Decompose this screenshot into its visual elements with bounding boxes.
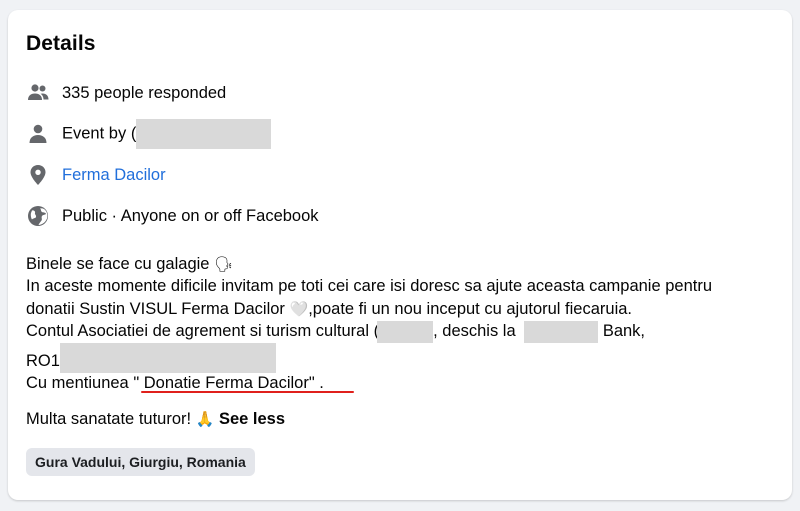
responded-text: 335 people responded	[62, 83, 227, 102]
description-line-5: RO1	[26, 342, 276, 373]
description-line-4-c: Bank,	[602, 322, 646, 340]
redacted-iban	[59, 342, 276, 373]
location-row[interactable]: Ferma Dacilor	[26, 162, 166, 188]
location-link[interactable]: Ferma Dacilor	[62, 166, 166, 185]
event-by-row: Event by (	[26, 119, 272, 149]
description-line-3: donatii Sustin VISUL Ferma Dacilor 🤍,poa…	[26, 298, 632, 320]
details-title: Details	[26, 32, 96, 55]
description-line-3-b: ,poate fi un nou inceput cu ajutorul fie…	[308, 300, 632, 318]
globe-icon	[26, 204, 50, 228]
description-line-7-text: Multa sanatate tuturor!	[26, 410, 192, 428]
donation-mention-quote: " Donatie Ferma Dacilor" .	[133, 374, 324, 392]
privacy-text: Public · Anyone on or off Facebook	[62, 206, 319, 225]
redacted-bank-name	[524, 320, 599, 343]
description-line-1: Binele se face cu galagie 🗣	[26, 253, 233, 275]
description-line-1-text: Binele se face cu galagie	[26, 255, 210, 273]
description-line-4-a: Contul Asociatiei de agrement si turism …	[26, 322, 369, 340]
speaking-head-emoji: 🗣	[214, 255, 234, 273]
redacted-association-name	[377, 320, 434, 343]
folded-hands-emoji: 🙏	[195, 410, 215, 428]
description-line-7: Multa sanatate tuturor! 🙏 See less	[26, 408, 285, 430]
description-line-6-a: Cu mentiunea	[26, 374, 129, 392]
description-line-2: In aceste momente dificile invitam pe to…	[26, 277, 713, 295]
redacted-host-name	[136, 119, 272, 149]
see-less-button[interactable]: See less	[219, 410, 285, 428]
description-line-4: Contul Asociatiei de agrement si turism …	[26, 320, 645, 343]
white-heart-emoji: 🤍	[289, 300, 309, 318]
responded-row[interactable]: 335 people responded	[26, 80, 226, 106]
person-icon	[26, 122, 50, 146]
privacy-row: Public · Anyone on or off Facebook	[26, 203, 319, 229]
people-icon	[26, 81, 50, 105]
iban-prefix: RO1	[26, 352, 60, 370]
red-underline-annotation	[141, 391, 354, 393]
description-line-4-b: , deschis la	[433, 322, 516, 340]
location-pin-icon	[26, 163, 50, 187]
details-card: Details 335 people responded Event by (	[8, 10, 792, 500]
event-by-text: Event by (	[62, 119, 272, 149]
location-tag[interactable]: Gura Vadului, Giurgiu, Romania	[26, 448, 255, 476]
event-by-label: Event by	[62, 124, 127, 143]
description-line-3-a: donatii Sustin VISUL Ferma Dacilor	[26, 300, 285, 318]
